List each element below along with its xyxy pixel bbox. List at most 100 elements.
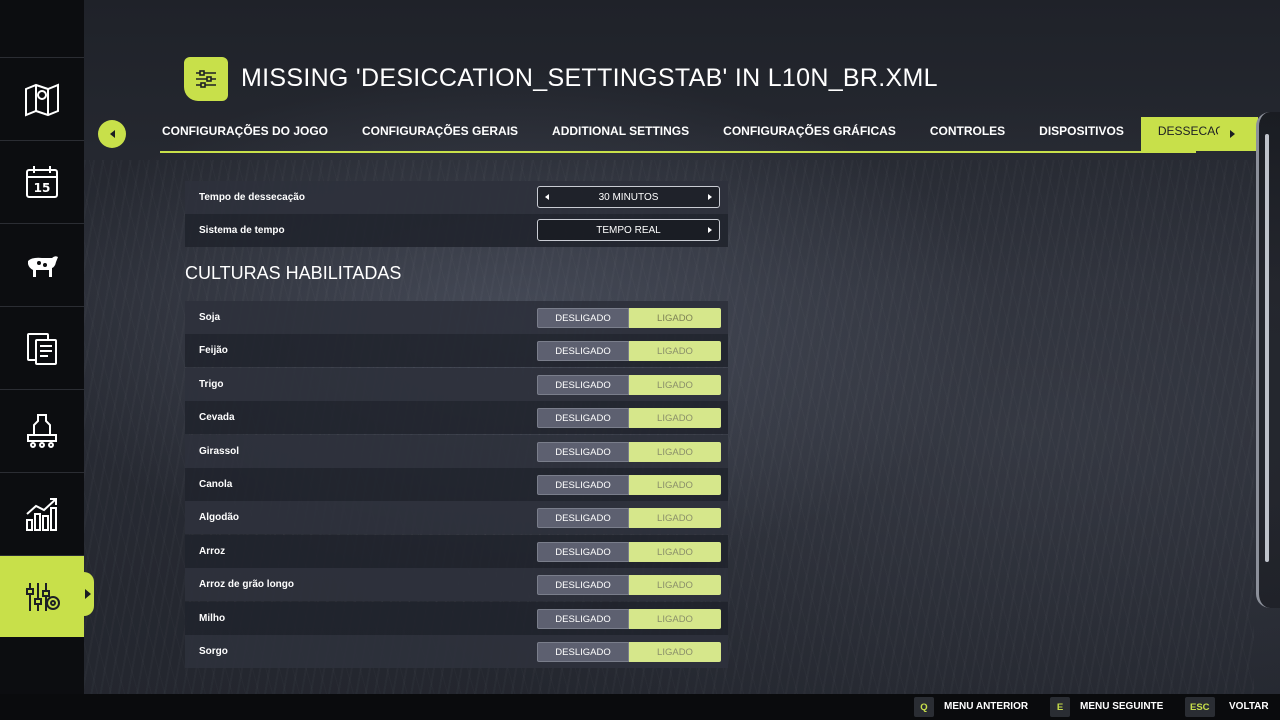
toggle-off-button[interactable]: DESLIGADO: [537, 442, 629, 462]
selector-value: TEMPO REAL: [596, 224, 661, 236]
toggle-off-button[interactable]: DESLIGADO: [537, 475, 629, 495]
crop-label: Canola: [199, 479, 233, 490]
sidebar-active-indicator: [84, 572, 94, 616]
setting-row-desiccation-time: Tempo de dessecação 30 MINUTOS: [185, 181, 728, 214]
sidebar-item-contracts[interactable]: [0, 306, 84, 388]
crop-toggle: DESLIGADO LIGADO: [537, 341, 721, 361]
toggle-off-button[interactable]: DESLIGADO: [537, 609, 629, 629]
tab-next-button[interactable]: [1218, 120, 1246, 148]
crop-row: Feijão DESLIGADO LIGADO: [185, 334, 728, 367]
tab-devices[interactable]: DISPOSITIVOS: [1022, 117, 1141, 151]
toggle-off-button[interactable]: DESLIGADO: [537, 575, 629, 595]
sidebar-item-production[interactable]: [0, 389, 84, 471]
tab-additional-settings[interactable]: ADDITIONAL SETTINGS: [535, 117, 706, 151]
contracts-icon: [27, 332, 57, 365]
sidebar-top: [0, 0, 84, 57]
crop-row: Arroz DESLIGADO LIGADO: [185, 535, 728, 568]
toggle-on-button[interactable]: LIGADO: [629, 442, 721, 462]
crop-label: Arroz de grão longo: [199, 579, 294, 590]
crop-toggle: DESLIGADO LIGADO: [537, 542, 721, 562]
toggle-on-button[interactable]: LIGADO: [629, 408, 721, 428]
crop-label: Soja: [199, 312, 221, 323]
toggle-off-button[interactable]: DESLIGADO: [537, 542, 629, 562]
sidebar-item-map[interactable]: [0, 57, 84, 139]
desiccation-time-selector[interactable]: 30 MINUTOS: [537, 186, 720, 208]
crop-toggle: DESLIGADO LIGADO: [537, 375, 721, 395]
crop-toggle: DESLIGADO LIGADO: [537, 475, 721, 495]
toggle-on-button[interactable]: LIGADO: [629, 341, 721, 361]
key-e[interactable]: E: [1050, 697, 1070, 717]
menu-prev-label[interactable]: MENU ANTERIOR: [944, 701, 1028, 712]
crop-toggle: DESLIGADO LIGADO: [537, 408, 721, 428]
tab-graphics-settings[interactable]: CONFIGURAÇÕES GRÁFICAS: [706, 117, 913, 151]
toggle-off-button[interactable]: DESLIGADO: [537, 508, 629, 528]
toggle-off-button[interactable]: DESLIGADO: [537, 375, 629, 395]
toggle-on-button[interactable]: LIGADO: [629, 609, 721, 629]
sidebar-item-settings[interactable]: [0, 555, 84, 637]
toggle-on-button[interactable]: LIGADO: [629, 508, 721, 528]
crop-label: Algodão: [199, 512, 239, 523]
setting-row-time-system: Sistema de tempo TEMPO REAL: [185, 214, 728, 247]
menu-next-label[interactable]: MENU SEGUINTE: [1080, 701, 1163, 712]
animals-icon: [28, 255, 58, 277]
crop-label: Cevada: [199, 412, 235, 423]
crop-row: Cevada DESLIGADO LIGADO: [185, 401, 728, 434]
crop-toggle: DESLIGADO LIGADO: [537, 609, 721, 629]
toggle-on-button[interactable]: LIGADO: [629, 475, 721, 495]
settings-header-icon: [184, 57, 228, 101]
crop-row: Trigo DESLIGADO LIGADO: [185, 368, 728, 401]
key-esc[interactable]: ESC: [1185, 697, 1215, 717]
toggle-on-button[interactable]: LIGADO: [629, 542, 721, 562]
crop-label: Milho: [199, 613, 226, 624]
arrow-right-icon[interactable]: [708, 194, 712, 200]
tab-underline: [160, 151, 1196, 153]
toggle-off-button[interactable]: DESLIGADO: [537, 642, 629, 662]
crop-row: Milho DESLIGADO LIGADO: [185, 602, 728, 635]
crop-toggle: DESLIGADO LIGADO: [537, 308, 721, 328]
calendar-icon: 15: [26, 165, 58, 198]
arrow-left-icon[interactable]: [545, 194, 549, 200]
production-icon: [27, 413, 57, 448]
toggle-off-button[interactable]: DESLIGADO: [537, 341, 629, 361]
toggle-on-button[interactable]: LIGADO: [629, 575, 721, 595]
crop-label: Trigo: [199, 379, 224, 390]
crop-label: Arroz: [199, 546, 226, 557]
toggle-off-button[interactable]: DESLIGADO: [537, 308, 629, 328]
back-label[interactable]: VOLTAR: [1229, 701, 1269, 712]
sidebar-item-animals[interactable]: [0, 223, 84, 305]
crop-row: Girassol DESLIGADO LIGADO: [185, 435, 728, 468]
setting-label: Sistema de tempo: [199, 225, 285, 236]
key-q[interactable]: Q: [914, 697, 934, 717]
time-system-selector[interactable]: TEMPO REAL: [537, 219, 720, 241]
statistics-icon: [26, 497, 57, 531]
crop-toggle: DESLIGADO LIGADO: [537, 575, 721, 595]
sidebar-item-statistics[interactable]: [0, 472, 84, 554]
section-title: CULTURAS HABILITADAS: [185, 263, 402, 283]
settings-icon: [26, 582, 60, 611]
selector-value: 30 MINUTOS: [598, 191, 659, 203]
tab-general-settings[interactable]: CONFIGURAÇÕES GERAIS: [345, 117, 535, 151]
map-icon: [25, 83, 59, 116]
crop-row: Canola DESLIGADO LIGADO: [185, 468, 728, 501]
crop-toggle: DESLIGADO LIGADO: [537, 508, 721, 528]
tab-game-settings[interactable]: CONFIGURAÇÕES DO JOGO: [160, 117, 345, 151]
page-title: MISSING 'DESICCATION_SETTINGSTAB' IN L10…: [241, 64, 938, 92]
crop-label: Feijão: [199, 345, 228, 356]
crop-row: Sorgo DESLIGADO LIGADO: [185, 635, 728, 668]
crop-row: Soja DESLIGADO LIGADO: [185, 301, 728, 334]
sidebar-item-calendar[interactable]: 15: [0, 140, 84, 222]
crop-toggle: DESLIGADO LIGADO: [537, 442, 721, 462]
arrow-right-icon[interactable]: [708, 227, 712, 233]
crop-row: Arroz de grão longo DESLIGADO LIGADO: [185, 568, 728, 601]
toggle-on-button[interactable]: LIGADO: [629, 642, 721, 662]
toggle-off-button[interactable]: DESLIGADO: [537, 408, 629, 428]
tab-prev-button[interactable]: [98, 120, 126, 148]
tab-controls[interactable]: CONTROLES: [913, 117, 1022, 151]
setting-label: Tempo de dessecação: [199, 192, 305, 203]
crop-label: Girassol: [199, 446, 240, 457]
toggle-on-button[interactable]: LIGADO: [629, 375, 721, 395]
toggle-on-button[interactable]: LIGADO: [629, 308, 721, 328]
scrollbar[interactable]: [1265, 134, 1269, 562]
crop-row: Algodão DESLIGADO LIGADO: [185, 501, 728, 534]
svg-text:15: 15: [34, 181, 51, 195]
